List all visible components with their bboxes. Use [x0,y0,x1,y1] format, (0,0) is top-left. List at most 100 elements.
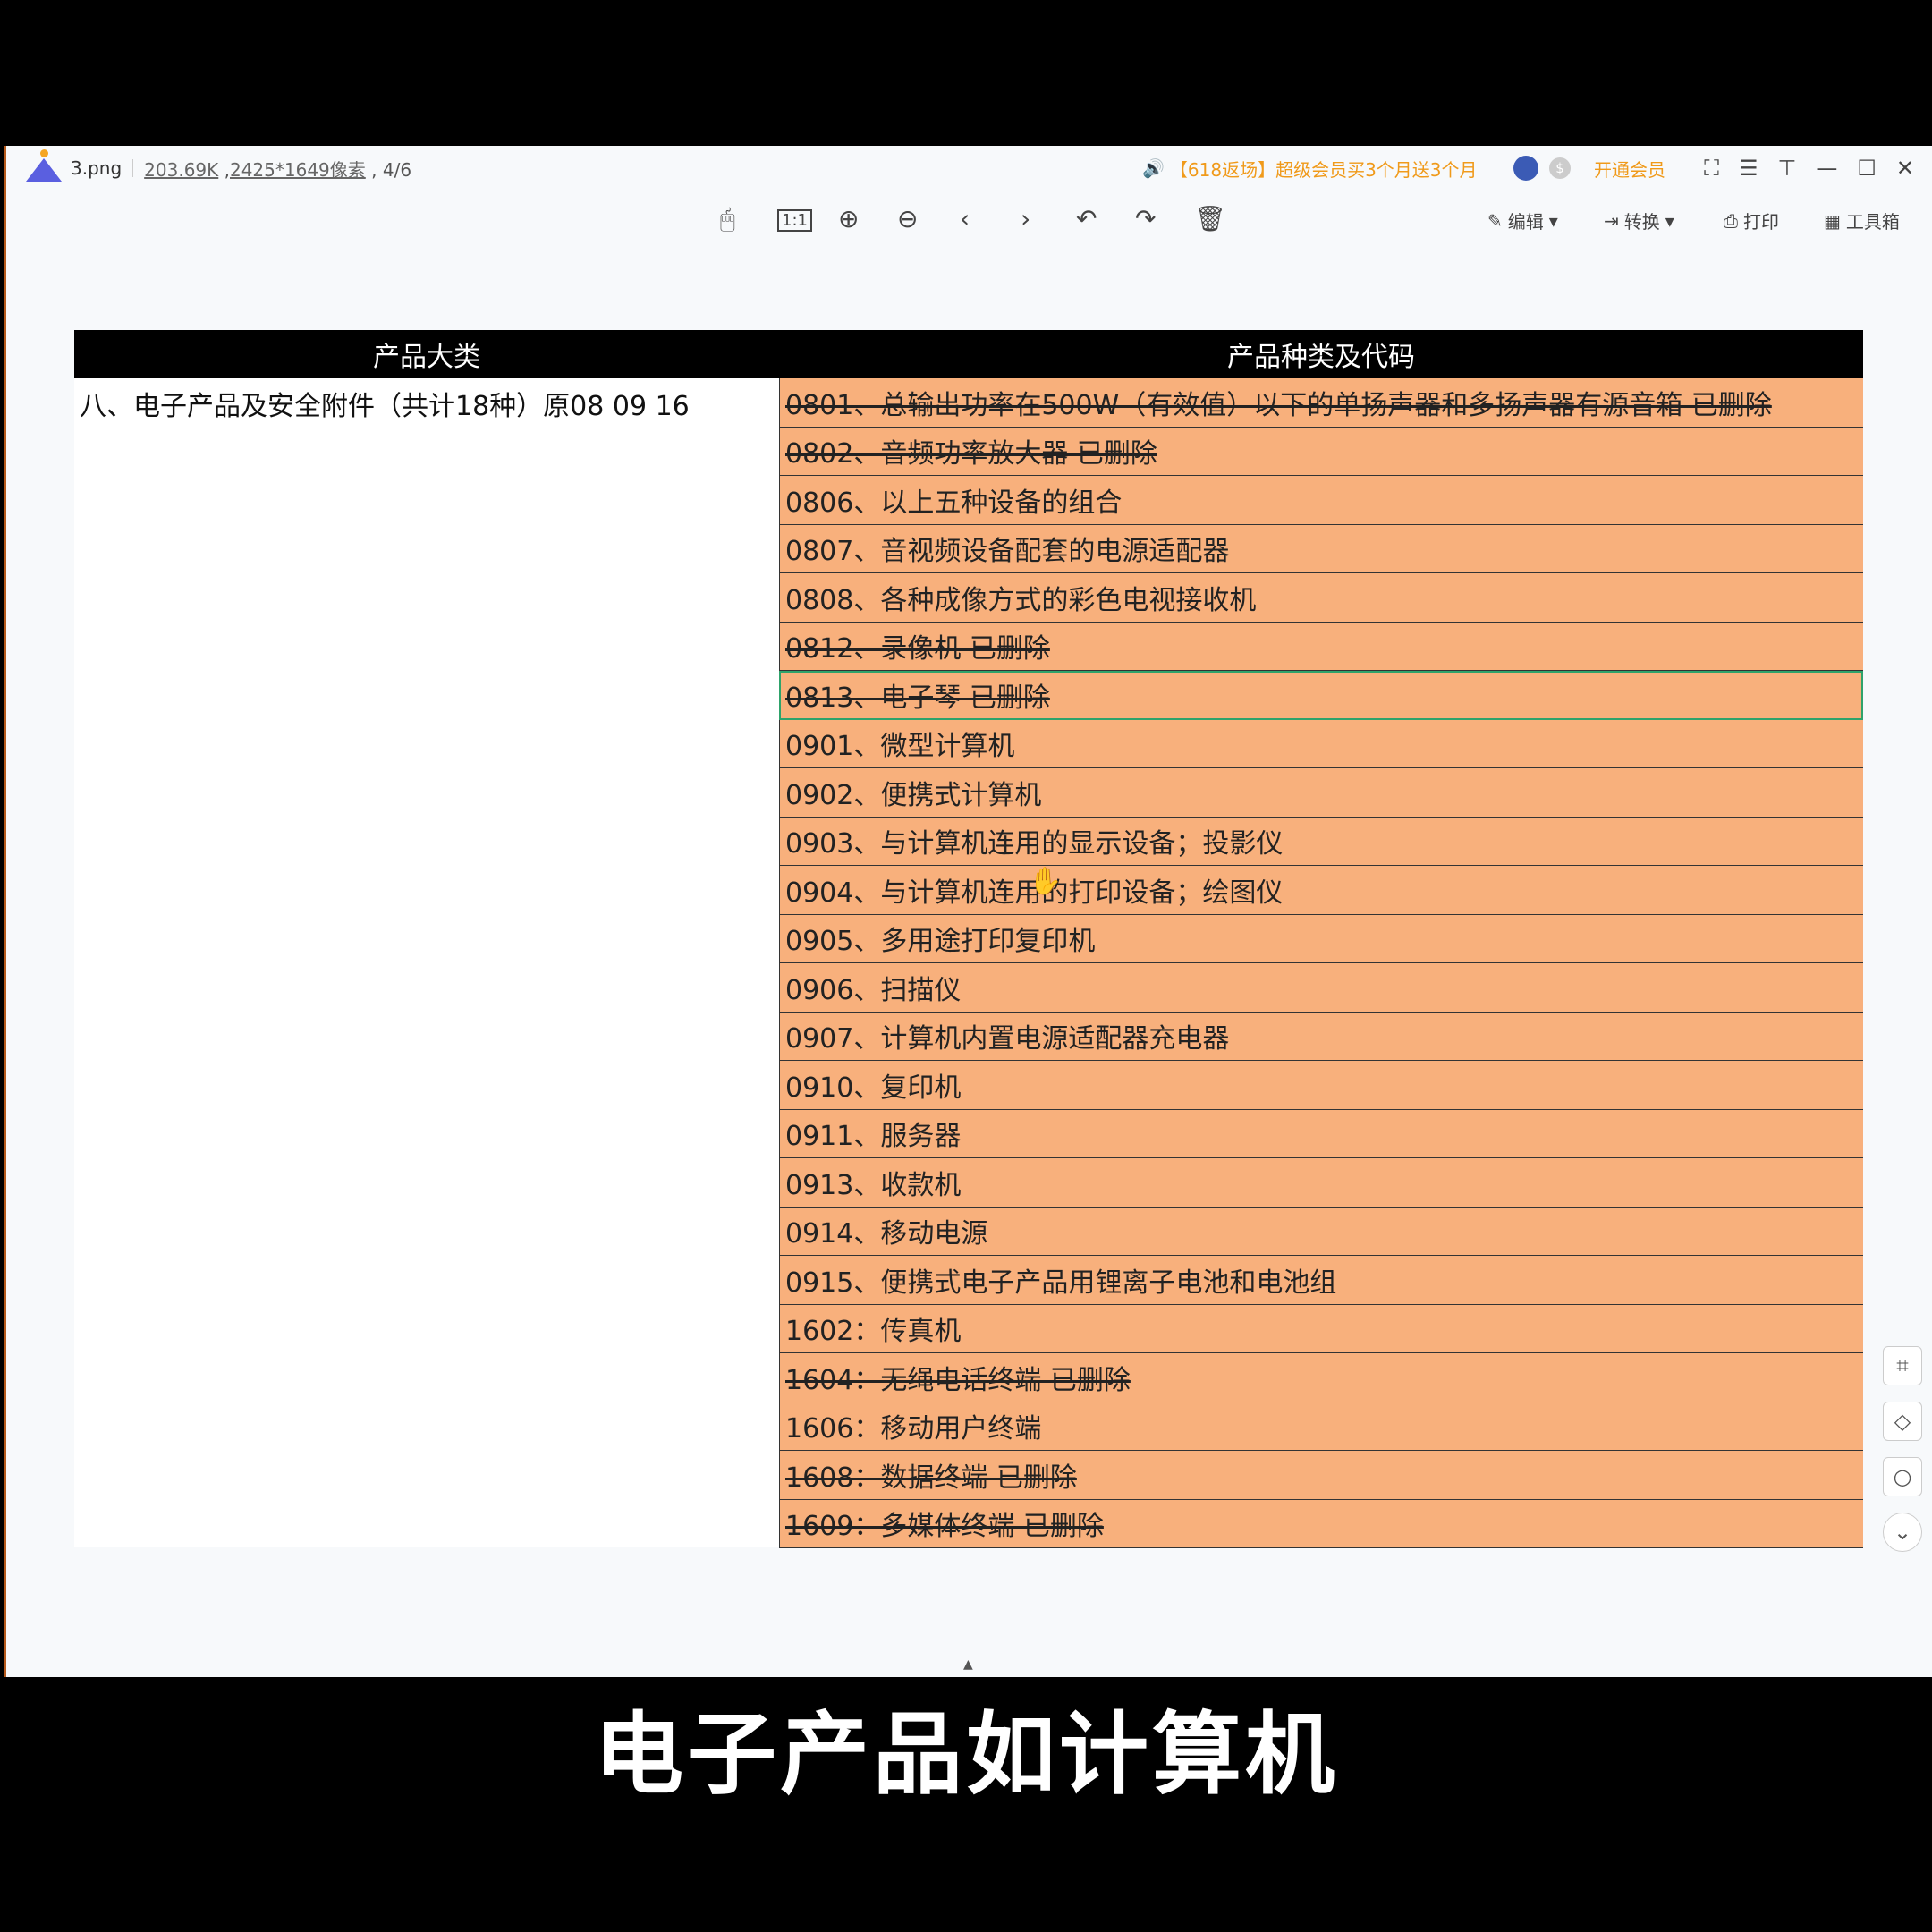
convert-button[interactable]: ⇥转换▾ [1604,208,1674,233]
header-products: 产品种类及代码 [779,330,1863,378]
window-controls: ⛶ ☰ ⊤ — ☐ ✕ [1704,156,1914,181]
crop-icon[interactable]: ⌗ [1883,1346,1922,1385]
image-viewer-window: 3.png 203.69K ,2425*1649像素 , 4/6 🔊【618返场… [4,146,1932,1677]
edit-button[interactable]: ✎编辑▾ [1487,208,1558,233]
product-item: 0902、便携式计算机 [785,773,1041,812]
print-label: 打印 [1743,208,1779,233]
product-item: 1608：数据终端 已删除 [785,1455,1077,1495]
table-row: 0907、计算机内置电源适配器充电器 [779,1013,1863,1062]
promo-banner[interactable]: 🔊【618返场】超级会员买3个月送3个月 [1142,156,1478,182]
product-item: 0914、移动电源 [785,1211,987,1250]
table-row: 0808、各种成像方式的彩色电视接收机 [779,573,1863,623]
chevron-down-icon: ▾ [1549,210,1558,232]
table-row: 0905、多用途打印复印机 [779,915,1863,964]
eraser-icon[interactable]: ◇ [1883,1402,1922,1441]
product-item: 0913、收款机 [785,1163,961,1202]
table-row: 0915、便携式电子产品用锂离子电池和电池组 [779,1256,1863,1305]
table-row: 0806、以上五种设备的组合 [779,476,1863,525]
title-bar: 3.png 203.69K ,2425*1649像素 , 4/6 🔊【618返场… [6,146,1932,191]
table-row: 0812、录像机 已删除 [779,623,1863,672]
convert-icon: ⇥ [1604,210,1619,232]
table-row: 1609：多媒体终端 已删除 [779,1500,1863,1549]
next-icon[interactable]: › [1021,204,1030,233]
table-row: 1608：数据终端 已删除 [779,1451,1863,1500]
app-logo-icon [26,155,62,182]
toolbar: 🖱 1:1 ⊕ ⊖ ‹ › ↶ ↷ 🗑 ✎编辑▾ ⇥转换▾ ⎙打印 ▦工具箱 [6,204,1932,240]
product-item: 0901、微型计算机 [785,724,1014,763]
rotate-left-icon[interactable]: ↶ [1076,204,1097,233]
chevron-down-icon[interactable]: ⌄ [1883,1513,1922,1552]
speaker-icon: 🔊 [1142,157,1165,179]
product-item: 1609：多媒体终端 已删除 [785,1504,1104,1543]
delete-icon[interactable]: 🗑 [1194,204,1226,233]
product-item: 0807、音视频设备配套的电源适配器 [785,529,1229,568]
product-item: 0915、便携式电子产品用锂离子电池和电池组 [785,1260,1336,1300]
collapse-arrow-icon[interactable]: ▲ [963,1657,973,1672]
minimize-icon[interactable]: — [1816,156,1837,181]
table-row: 0813、电子琴 已删除 [779,671,1863,720]
product-item: 1604：无绳电话终端 已删除 [785,1358,1131,1397]
product-item: 0813、电子琴 已删除 [785,675,1050,715]
vip-badge-icon: $ [1549,157,1571,179]
table-row: 1602：传真机 [779,1305,1863,1354]
table-row: 0910、复印机 [779,1061,1863,1110]
product-item: 0802、音频功率放大器 已删除 [785,431,1157,470]
file-size[interactable]: 203.69K [144,159,218,181]
category-cell: 八、电子产品及安全附件（共计18种）原08 09 16 [74,378,779,1547]
edit-label: 编辑 [1508,208,1544,233]
product-item: 1606：移动用户终端 [785,1406,1041,1445]
hand-cursor-icon: ✋ [1029,866,1062,897]
ocr-icon[interactable]: ○ [1883,1457,1922,1496]
grid-icon: ▦ [1824,210,1841,232]
product-list: 0801、总输出功率在500W（有效值）以下的单扬声器和多扬声器有源音箱 已删除… [779,378,1863,1548]
product-item: 0907、计算机内置电源适配器充电器 [785,1016,1229,1055]
product-item: 0911、服务器 [785,1114,961,1153]
convert-label: 转换 [1624,208,1660,233]
maximize-icon[interactable]: ☐ [1857,156,1877,181]
product-item: 0806、以上五种设备的组合 [785,480,1122,520]
product-table: 产品大类 产品种类及代码 八、电子产品及安全附件（共计18种）原08 09 16… [74,330,1863,1548]
zoom-in-icon[interactable]: ⊕ [838,204,859,233]
actual-size-icon[interactable]: 1:1 [777,209,812,232]
table-row: 0906、扫描仪 [779,963,1863,1013]
divider [132,159,133,177]
table-row: 0904、与计算机连用的打印设备；绘图仪 [779,866,1863,915]
table-row: 0807、音视频设备配套的电源适配器 [779,525,1863,574]
printer-icon: ⎙ [1724,210,1738,232]
mouse-mode-icon[interactable]: 🖱 [720,204,735,234]
print-button[interactable]: ⎙打印 [1724,208,1779,233]
table-header: 产品大类 产品种类及代码 [74,330,1863,378]
fullscreen-icon[interactable]: ⛶ [1704,156,1719,181]
toolbox-label: 工具箱 [1846,208,1900,233]
zoom-out-icon[interactable]: ⊖ [897,204,918,233]
table-row: 0911、服务器 [779,1110,1863,1159]
table-row: 0903、与计算机连用的显示设备；投影仪 [779,818,1863,867]
file-dimensions[interactable]: 2425*1649像素 [230,159,366,181]
promo-text[interactable]: 【618返场】超级会员买3个月送3个月 [1170,156,1478,182]
table-row: 0801、总输出功率在500W（有效值）以下的单扬声器和多扬声器有源音箱 已删除 [779,378,1863,428]
product-item: 0906、扫描仪 [785,968,961,1007]
table-row: 0913、收款机 [779,1158,1863,1208]
page-indicator: 4/6 [383,159,411,181]
previous-icon[interactable]: ‹ [960,204,970,233]
pin-icon[interactable]: ⊤ [1777,156,1796,181]
video-subtitle: 电子产品如计算机 [0,1682,1932,1811]
open-vip-link[interactable]: 开通会员 [1594,156,1665,182]
table-row: 0802、音频功率放大器 已删除 [779,428,1863,477]
product-item: 1602：传真机 [785,1309,961,1348]
product-item: 0903、与计算机连用的显示设备；投影仪 [785,821,1283,860]
rotate-right-icon[interactable]: ↷ [1135,204,1156,233]
close-icon[interactable]: ✕ [1896,156,1914,181]
header-category: 产品大类 [74,330,779,378]
product-item: 0910、复印机 [785,1065,961,1105]
menu-icon[interactable]: ☰ [1739,156,1758,181]
toolbox-button[interactable]: ▦工具箱 [1824,208,1900,233]
avatar[interactable] [1513,156,1538,181]
edit-icon: ✎ [1487,210,1503,232]
vip-area: $ 开通会员 [1513,156,1665,182]
product-item: 0905、多用途打印复印机 [785,919,1095,958]
table-row: 1604：无绳电话终端 已删除 [779,1353,1863,1402]
file-name: 3.png [71,157,122,179]
file-meta: 203.69K ,2425*1649像素 , 4/6 [144,156,411,182]
table-row: 0901、微型计算机 [779,720,1863,769]
